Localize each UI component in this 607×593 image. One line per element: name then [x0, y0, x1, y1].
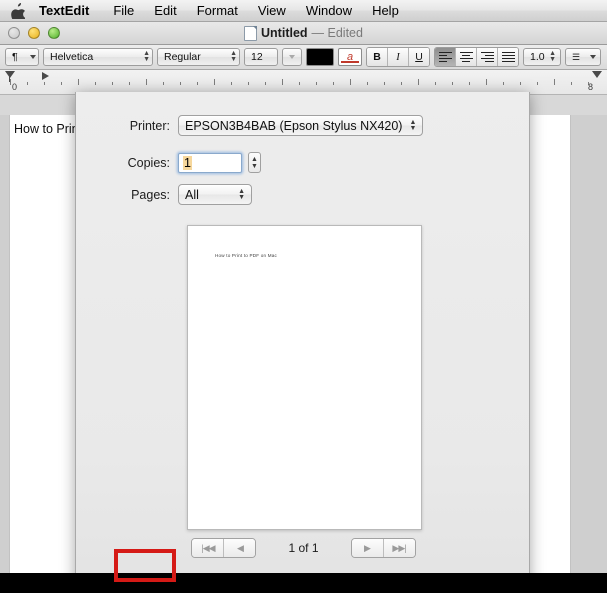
chevron-down-icon [30, 55, 36, 59]
ruler-ticks [10, 79, 597, 85]
paragraph-style-label: ¶ [12, 51, 18, 63]
page-count-label: 1 of 1 [288, 541, 319, 555]
highlight-letter: a [346, 51, 354, 63]
copies-stepper[interactable]: ▲ ▼ [248, 152, 261, 173]
font-family-label: Helvetica [50, 51, 94, 63]
chevron-down-icon [590, 55, 596, 59]
font-size-popup[interactable] [282, 48, 302, 66]
copies-row: Copies: 1 ▲ ▼ [96, 152, 261, 173]
text-style-segmented: B I U [366, 47, 430, 67]
updown-icon: ▲ ▼ [549, 50, 556, 63]
textedit-window: Untitled — Edited ¶ Helvetica ▲ ▼ Regular… [0, 22, 607, 573]
right-indent-marker[interactable] [592, 71, 602, 78]
pager-forward-group: ▶ ▶▶| [350, 538, 416, 558]
printer-label: Printer: [129, 118, 170, 133]
pages-value: All [185, 187, 199, 202]
menu-item-format[interactable]: Format [187, 0, 248, 22]
updown-icon: ▲ ▼ [143, 50, 150, 63]
print-dialog: Printer: EPSON3B4BAB (Epson Stylus NX420… [75, 92, 530, 573]
font-family-popup[interactable]: Helvetica ▲ ▼ [43, 48, 153, 66]
font-style-label: Regular [164, 51, 201, 63]
align-right-icon [480, 50, 494, 64]
stepper-down-icon[interactable]: ▼ [251, 163, 258, 170]
list-style-popup[interactable]: ☰ [565, 48, 601, 66]
alignment-segmented [434, 47, 519, 67]
pager-back-group: |◀◀ ◀ [191, 538, 257, 558]
print-preview-text: How to Print to PDF on Mac [215, 253, 277, 259]
align-right-button[interactable] [477, 48, 498, 66]
apple-logo-icon[interactable] [10, 2, 25, 19]
line-spacing-popup[interactable]: 1.0 ▲ ▼ [523, 48, 561, 66]
line-spacing-value: 1.0 [530, 51, 545, 63]
copies-input[interactable]: 1 [178, 152, 242, 173]
align-justify-icon [501, 50, 515, 64]
screen: TextEdit File Edit Format View Window He… [0, 0, 607, 593]
close-button[interactable] [8, 27, 20, 39]
underline-button[interactable]: U [409, 48, 429, 66]
document-icon [244, 25, 258, 41]
pages-label: Pages: [131, 187, 170, 202]
updown-icon: ▲ ▼ [409, 118, 417, 132]
copies-value: 1 [183, 155, 192, 170]
first-line-indent-marker[interactable] [5, 71, 15, 78]
dialog-button-bar: ? PDF Show Details Cancel Print [76, 566, 531, 573]
print-preview: How to Print to PDF on Mac [187, 225, 422, 530]
text-color-swatch[interactable] [306, 48, 334, 66]
minimize-button[interactable] [28, 27, 40, 39]
menu-item-help[interactable]: Help [362, 0, 409, 22]
printer-popup[interactable]: EPSON3B4BAB (Epson Stylus NX420) ▲ ▼ [178, 115, 424, 136]
align-center-icon [459, 50, 473, 64]
ruler-label-0: 0 [12, 82, 18, 92]
menu-item-file[interactable]: File [103, 0, 144, 22]
zoom-button[interactable] [48, 27, 60, 39]
align-center-button[interactable] [456, 48, 477, 66]
menu-item-window[interactable]: Window [296, 0, 362, 22]
previous-page-icon[interactable]: ◀ [224, 539, 256, 557]
last-page-icon[interactable]: ▶▶| [383, 539, 415, 557]
bold-button[interactable]: B [367, 48, 388, 66]
paragraph-style-popup[interactable]: ¶ [5, 48, 39, 66]
align-justify-button[interactable] [498, 48, 518, 66]
window-edited-badge: — Edited [311, 26, 363, 40]
window-title-text: Untitled [261, 26, 308, 40]
first-page-icon[interactable]: |◀◀ [192, 539, 225, 557]
pages-popup[interactable]: All ▲ ▼ [178, 184, 252, 205]
font-style-popup[interactable]: Regular ▲ ▼ [157, 48, 240, 66]
font-size-value: 12 [251, 51, 263, 63]
updown-icon: ▲ ▼ [230, 50, 237, 63]
menu-item-edit[interactable]: Edit [144, 0, 186, 22]
printer-value: EPSON3B4BAB (Epson Stylus NX420) [185, 118, 403, 133]
menu-bar: TextEdit File Edit Format View Window He… [0, 0, 607, 22]
pages-row: Pages: All ▲ ▼ [96, 184, 252, 205]
menu-item-textedit[interactable]: TextEdit [39, 0, 103, 22]
copies-label: Copies: [127, 155, 170, 170]
window-title-bar: Untitled — Edited [0, 22, 607, 45]
italic-button[interactable]: I [388, 48, 409, 66]
printer-row: Printer: EPSON3B4BAB (Epson Stylus NX420… [96, 115, 424, 136]
chevron-down-icon [289, 55, 295, 59]
tab-stop-marker[interactable] [42, 72, 49, 80]
preview-pager: |◀◀ ◀ 1 of 1 ▶ ▶▶| [76, 538, 531, 558]
align-left-icon [438, 50, 452, 64]
bullet-list-icon: ☰ [572, 51, 581, 62]
stepper-up-icon[interactable]: ▲ [251, 156, 258, 163]
next-page-icon[interactable]: ▶ [351, 539, 384, 557]
updown-icon: ▲ ▼ [238, 187, 245, 201]
window-controls [8, 27, 60, 39]
format-toolbar: ¶ Helvetica ▲ ▼ Regular ▲ ▼ 12 a B I U 1… [0, 45, 607, 70]
document-text-visible: How to Print [14, 122, 83, 136]
highlight-color-swatch[interactable]: a [338, 48, 362, 66]
menu-item-view[interactable]: View [248, 0, 296, 22]
ruler-label-8: 8 [588, 82, 594, 92]
font-size-field[interactable]: 12 [244, 48, 278, 66]
window-title: Untitled — Edited [0, 25, 607, 41]
align-left-button[interactable] [435, 48, 456, 66]
